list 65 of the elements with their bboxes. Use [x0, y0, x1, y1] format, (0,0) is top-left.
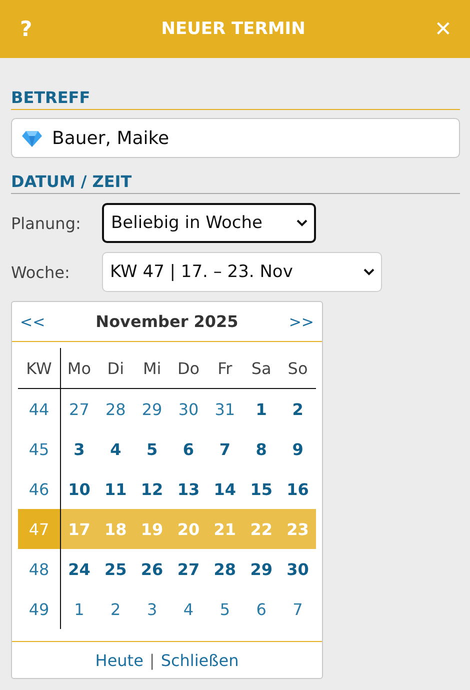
- column-header: So: [286, 358, 309, 380]
- calendar-day[interactable]: 27: [61, 389, 98, 429]
- calendar-day[interactable]: 8: [243, 429, 280, 469]
- calendar-day[interactable]: 1: [243, 389, 280, 429]
- planning-select[interactable]: Beliebig in Woche: [102, 203, 316, 243]
- column-header: Do: [176, 358, 201, 380]
- calendar-day[interactable]: 28: [206, 549, 244, 589]
- week-select[interactable]: KW 47 | 17. – 23. Nov: [102, 252, 382, 292]
- separator: |: [149, 650, 155, 670]
- column-header: KW: [18, 348, 61, 388]
- month-title: November 2025: [96, 312, 238, 331]
- next-month-link[interactable]: >>: [288, 312, 314, 330]
- column-header: Sa: [250, 358, 272, 380]
- column-header: Mo: [66, 358, 92, 380]
- calendar-day[interactable]: 14: [206, 469, 244, 509]
- calendar-day[interactable]: 3: [134, 589, 170, 629]
- calendar-day[interactable]: 11: [97, 469, 134, 509]
- calendar-day[interactable]: 10: [61, 469, 98, 509]
- today-link[interactable]: Heute: [95, 650, 144, 670]
- subject-value: Bauer, Maike: [52, 128, 170, 148]
- column-header: Mi: [142, 358, 162, 380]
- calendar-day[interactable]: 29: [134, 389, 170, 429]
- calendar-day[interactable]: 27: [170, 549, 207, 589]
- calendar-day[interactable]: 28: [97, 389, 134, 429]
- week-number[interactable]: 49: [18, 589, 61, 629]
- calendar-day[interactable]: 5: [206, 589, 244, 629]
- week-number[interactable]: 48: [18, 549, 61, 589]
- field-label: Planung:: [11, 214, 82, 232]
- close-link[interactable]: Schließen: [160, 650, 239, 670]
- calendar-day[interactable]: 7: [280, 589, 316, 629]
- calendar-day[interactable]: 15: [243, 469, 280, 509]
- calendar-day[interactable]: 29: [243, 549, 280, 589]
- calendar-day[interactable]: 4: [170, 589, 207, 629]
- calendar-day[interactable]: 6: [170, 429, 207, 469]
- window-title: NEUER TERMIN: [161, 19, 306, 39]
- section-heading: DATUM / ZEIT: [11, 172, 460, 194]
- calendar-day[interactable]: 30: [280, 549, 316, 589]
- calendar-day[interactable]: 24: [61, 549, 98, 589]
- field-label: Woche:: [11, 262, 71, 282]
- calendar-day[interactable]: 1: [61, 589, 98, 629]
- subject-field[interactable]: Bauer, Maike: [11, 118, 460, 158]
- previous-month-link[interactable]: <<: [20, 312, 46, 330]
- calendar-day[interactable]: 25: [97, 549, 134, 589]
- calendar-day[interactable]: 13: [170, 469, 207, 509]
- column-header: Fr: [216, 358, 234, 380]
- caret-icon: [363, 268, 375, 276]
- calendar-day[interactable]: 2: [97, 589, 134, 629]
- calendar-day[interactable]: 31: [206, 389, 244, 429]
- calendar-day[interactable]: 2: [280, 389, 316, 429]
- caret-icon: [296, 219, 308, 227]
- calendar-day[interactable]: 7: [206, 429, 244, 469]
- diamond-icon: [22, 130, 42, 146]
- calendar-day[interactable]: 16: [280, 469, 316, 509]
- calendar-day[interactable]: 12: [134, 469, 170, 509]
- calendar-day[interactable]: 26: [134, 549, 170, 589]
- week-number[interactable]: 44: [18, 389, 61, 429]
- calendar-day[interactable]: 30: [170, 389, 207, 429]
- calendar-day[interactable]: 4: [97, 429, 134, 469]
- calendar-day[interactable]: 5: [134, 429, 170, 469]
- column-header: Di: [106, 358, 126, 380]
- calendar-day[interactable]: 6: [243, 589, 280, 629]
- calendar-day[interactable]: 3: [61, 429, 98, 469]
- section-heading: BETREFF: [11, 88, 460, 110]
- week-number[interactable]: 45: [18, 429, 61, 469]
- calendar-day[interactable]: 9: [280, 429, 316, 469]
